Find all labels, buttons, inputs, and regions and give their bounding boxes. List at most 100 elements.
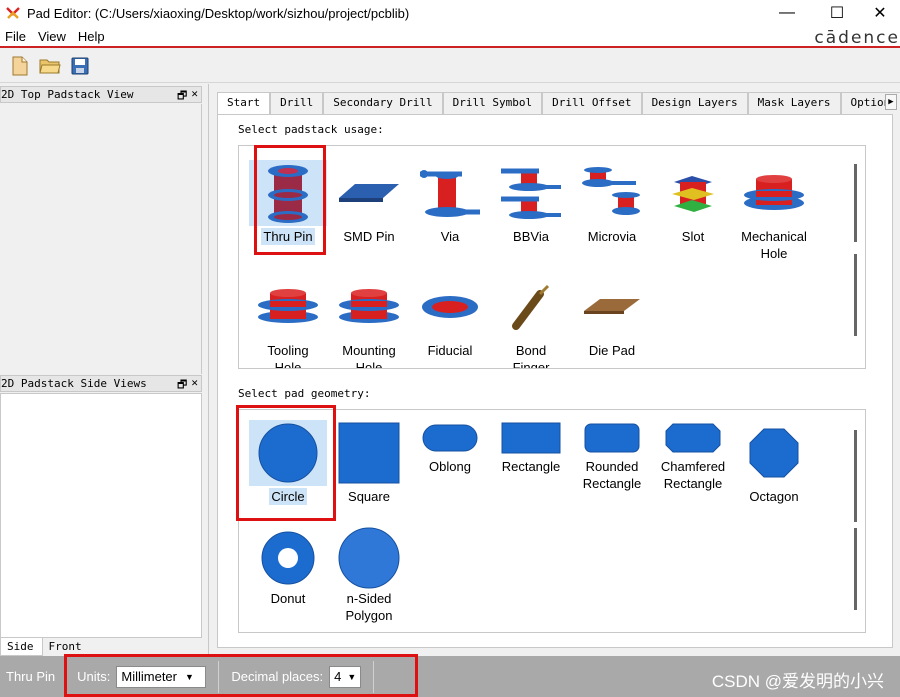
minimize-icon: — [779,4,795,21]
usage-via-label: Via [440,229,460,244]
donut-pad-icon [261,531,315,585]
side-view-panel-title: 2D Padstack Side Views [1,377,147,390]
geometry-rounded-rectangle[interactable]: Rounded Rectangle [573,420,651,492]
bond-finger-icon [512,284,550,330]
dropdown-arrow-icon: ▼ [185,671,194,682]
menu-file[interactable]: File [0,29,33,44]
top-view-panel-header: 2D Top Padstack View 🗗 ✕ [0,86,202,103]
tab-drill[interactable]: Drill [270,92,324,114]
usage-microvia[interactable]: Microvia [573,160,651,245]
geometry-rectangle[interactable]: Rectangle [492,420,570,475]
usage-mechanical-hole-label-2: Hole [760,246,788,261]
status-divider [218,660,220,693]
geometry-scrollbar-upper[interactable] [854,430,857,522]
rectangle-pad-icon [501,422,561,454]
geometry-square[interactable]: Square [330,420,408,505]
open-folder-button[interactable] [38,54,62,78]
usage-microvia-label: Microvia [587,229,637,244]
mechanical-hole-icon [744,175,804,210]
tab-scroll-right-button[interactable]: ▶ [885,94,897,110]
side-view-canvas[interactable] [0,393,202,638]
smd-pin-icon [339,184,399,202]
tab-secondary-drill[interactable]: Secondary Drill [323,92,443,114]
usage-die-pad[interactable]: Die Pad [573,274,651,359]
minimize-button[interactable]: — [764,0,810,26]
tab-front[interactable]: Front [43,638,90,656]
usage-mechanical-hole[interactable]: Mechanical Hole [735,160,813,262]
usage-tooling-hole-label: Tooling [267,343,309,358]
geometry-circle-label: Circle [269,488,307,505]
usage-list: Thru Pin SMD Pin Via BBVia Microvia Slot… [238,145,866,369]
menu-view[interactable]: View [33,29,73,44]
geometry-n-sided-polygon-label: n-Sided [346,591,392,606]
top-view-canvas[interactable] [0,104,202,374]
usage-bond-finger-label-2: Finger [512,360,550,369]
new-file-button[interactable] [8,54,32,78]
decimal-places-label: Decimal places: [231,669,324,684]
tab-side[interactable]: Side [0,638,43,656]
usage-slot[interactable]: Slot [654,160,732,245]
status-divider [373,660,375,693]
slot-icon [672,176,714,212]
tooling-hole-icon [258,289,318,323]
menu-help[interactable]: Help [73,29,112,44]
usage-mounting-hole[interactable]: Mounting Hole [330,274,408,369]
usage-tooling-hole[interactable]: Tooling Hole [249,274,327,368]
csdn-watermark: CSDN @爱发明的小兴 [711,672,884,691]
geometry-chamfered-rectangle[interactable]: Chamfered Rectangle [654,420,732,492]
new-file-icon [12,56,28,76]
thru-pin-icon [268,165,308,223]
usage-scrollbar-lower[interactable] [854,254,857,336]
tab-drill-symbol[interactable]: Drill Symbol [442,92,543,114]
tab-design-layers[interactable]: Design Layers [641,92,748,114]
usage-bond-finger-label: Bond [515,343,547,358]
geometry-donut[interactable]: Donut [249,528,327,607]
decimal-places-value: 4 [334,669,342,684]
geometry-scrollbar-lower[interactable] [854,528,857,610]
geometry-oblong[interactable]: Oblong [411,420,489,475]
geometry-rectangle-label: Rectangle [501,459,561,474]
usage-smd-pin[interactable]: SMD Pin [330,160,408,245]
current-usage-text: Thru Pin [6,669,56,684]
usage-bond-finger[interactable]: Bond Finger [492,274,570,369]
geometry-circle[interactable]: Circle [249,420,327,505]
usage-via[interactable]: Via [411,160,489,245]
units-select[interactable]: Millimeter ▼ [116,665,207,688]
geometry-n-sided-polygon[interactable]: n-Sided Polygon [330,527,408,624]
close-window-button[interactable]: ✕ [860,0,900,26]
main-area: Start Drill Secondary Drill Drill Symbol… [208,84,900,656]
usage-bbvia-label: BBVia [513,229,549,244]
geometry-octagon[interactable]: Octagon [735,420,813,505]
title-bar: Pad Editor: (C:/Users/xiaoxing/Desktop/w… [0,0,900,26]
chevron-right-icon: ▶ [888,97,894,107]
chamfered-rectangle-pad-icon [665,423,721,453]
units-value: Millimeter [121,669,177,684]
tab-mask-layers[interactable]: Mask Layers [747,92,841,114]
usage-fiducial[interactable]: Fiducial [411,274,489,359]
tab-start[interactable]: Start [217,92,271,114]
usage-scrollbar-upper[interactable] [854,164,857,242]
geometry-n-sided-polygon-label-2: Polygon [345,608,393,623]
usage-mounting-hole-label-2: Hole [355,360,383,369]
usage-thru-pin[interactable]: Thru Pin [249,160,327,245]
fiducial-icon [422,296,478,318]
geometry-group-label: Select pad geometry: [238,387,371,400]
usage-bbvia[interactable]: BBVia [492,160,570,245]
geometry-list: Circle Square Oblong Rectangle Rounded R… [238,409,866,633]
maximize-button[interactable]: ☐ [814,0,860,26]
save-icon [71,57,89,75]
circle-pad-icon [258,423,318,483]
via-icon [420,170,480,217]
rounded-rectangle-pad-icon [584,423,640,453]
toolbar [0,50,900,83]
cadence-logo: cādence [814,28,900,48]
geometry-square-label: Square [348,489,390,504]
usage-fiducial-label: Fiducial [427,343,473,358]
usage-mechanical-hole-label: Mechanical [741,229,807,244]
tab-drill-offset[interactable]: Drill Offset [542,92,642,114]
usage-group-label: Select padstack usage: [238,123,384,136]
save-button[interactable] [68,54,92,78]
decimal-places-select[interactable]: 4 ▼ [329,665,362,688]
usage-thru-pin-label: Thru Pin [261,228,315,245]
geometry-oblong-label: Oblong [429,459,471,474]
